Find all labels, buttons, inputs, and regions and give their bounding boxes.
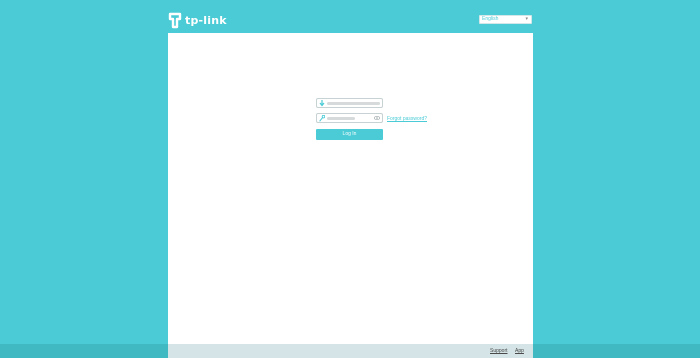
main-panel	[168, 33, 533, 344]
chevron-down-icon: ▾	[525, 16, 528, 22]
tp-link-mark-icon	[168, 12, 182, 28]
username-field[interactable]	[316, 98, 383, 108]
logo-text: tp-link	[185, 13, 227, 27]
language-select[interactable]: English ▾	[479, 15, 532, 24]
show-password-eye-icon[interactable]	[374, 116, 380, 120]
forgot-password-link[interactable]: Forgot password?	[387, 116, 427, 122]
footer-bar: Support App	[0, 344, 700, 358]
tp-link-logo: tp-link	[168, 11, 227, 29]
user-arrow-icon	[319, 100, 325, 107]
password-field[interactable]	[316, 113, 383, 123]
password-value-masked	[327, 117, 355, 120]
support-link[interactable]: Support	[490, 348, 508, 354]
language-selected-label: English	[482, 16, 499, 22]
top-header: tp-link English ▾	[0, 0, 700, 33]
username-value-blurred	[327, 102, 380, 105]
log-in-button[interactable]: Log In	[316, 129, 383, 140]
footer-inner: Support App	[168, 344, 533, 358]
app-link[interactable]: App	[515, 348, 524, 354]
key-icon	[319, 115, 325, 122]
